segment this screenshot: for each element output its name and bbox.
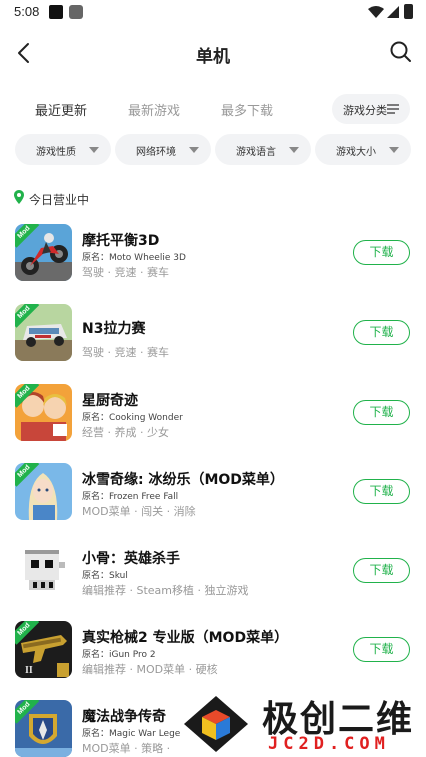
game-title: N3拉力赛 [82, 321, 146, 337]
location-pin-icon [14, 190, 24, 204]
svg-text:II: II [25, 665, 33, 676]
game-icon: Mod [15, 384, 72, 441]
game-title: 冰雪奇缘: 冰纷乐（MOD菜单） [82, 472, 284, 488]
cube-logo-icon [184, 696, 248, 752]
game-title: 星厨奇迹 [82, 393, 138, 409]
game-tags: MOD菜单 · 闯关 · 消除 [82, 505, 196, 518]
game-tags: 编辑推荐 · MOD菜单 · 硬核 [82, 663, 218, 676]
tab-recent-update[interactable]: 最近更新 [35, 100, 88, 119]
sort-tabs: 最近更新 最新游戏 最多下载 游戏分类 [0, 92, 426, 126]
game-title: 真实枪械2 专业版（MOD菜单） [82, 630, 289, 646]
app-header: 单机 [0, 26, 426, 80]
filter-bar: 游戏性质 网络环境 游戏语言 游戏大小 [0, 134, 426, 166]
game-icon: Mod [15, 700, 72, 757]
signal-icon [387, 6, 399, 18]
list-item[interactable]: Mod N3拉力赛 驾驶 · 竞速 · 赛车 下载 [0, 304, 426, 364]
download-button[interactable]: 下载 [353, 400, 410, 425]
game-icon: Mod [15, 463, 72, 520]
game-icon: Mod [15, 304, 72, 361]
section-label: 今日营业中 [29, 193, 90, 207]
wifi-icon [368, 6, 384, 18]
category-label: 游戏分类 [343, 104, 387, 117]
filter-label: 游戏性质 [36, 147, 76, 158]
download-button[interactable]: 下载 [353, 240, 410, 265]
menu-icon [387, 104, 399, 114]
filter-network[interactable]: 网络环境 [115, 134, 211, 165]
game-tags: 驾驶 · 竞速 · 赛车 [82, 346, 169, 359]
game-icon: Mod [15, 224, 72, 281]
tab-newest-games[interactable]: 最新游戏 [128, 100, 180, 119]
battery-icon [404, 4, 413, 19]
watermark: 极创二维 JC2D.COM [176, 690, 426, 757]
game-original-name: 原名：Magic War Lege [82, 729, 181, 739]
game-title: 小骨：英雄杀手 [82, 551, 180, 567]
game-original-name: 原名：Skul [82, 571, 128, 581]
filter-language[interactable]: 游戏语言 [215, 134, 311, 165]
game-original-name: 原名：iGun Pro 2 [82, 650, 156, 660]
tab-label: 最新游戏 [128, 104, 181, 119]
game-category-button[interactable]: 游戏分类 [332, 94, 410, 124]
game-original-name: 原名：Cooking Wonder [82, 413, 183, 423]
list-item[interactable]: Mod 摩托平衡3D 原名：Moto Wheelie 3D 驾驶 · 竞速 · … [0, 224, 426, 284]
game-tags: 编辑推荐 · Steam移植 · 独立游戏 [82, 584, 249, 597]
filter-size[interactable]: 游戏大小 [315, 134, 411, 165]
download-button[interactable]: 下载 [353, 320, 410, 345]
list-item[interactable]: Mod 星厨奇迹 原名：Cooking Wonder 经营 · 养成 · 少女 … [0, 384, 426, 444]
caret-down-icon [189, 147, 199, 153]
download-button[interactable]: 下载 [353, 558, 410, 583]
tab-most-downloaded[interactable]: 最多下载 [221, 100, 273, 119]
caret-down-icon [389, 147, 399, 153]
list-item[interactable]: II Mod 真实枪械2 专业版（MOD菜单） 原名：iGun Pro 2 编辑… [0, 621, 426, 681]
download-button[interactable]: 下载 [353, 637, 410, 662]
caret-down-icon [289, 147, 299, 153]
status-bar: 5:08 [0, 0, 426, 26]
game-tags: 经营 · 养成 · 少女 [82, 426, 169, 439]
filter-label: 游戏语言 [236, 147, 276, 158]
list-item[interactable]: 小骨：英雄杀手 原名：Skul 编辑推荐 · Steam移植 · 独立游戏 下载 [0, 542, 426, 602]
caret-down-icon [89, 147, 99, 153]
download-button[interactable]: 下载 [353, 479, 410, 504]
game-original-name: 原名：Frozen Free Fall [82, 492, 179, 502]
game-tags: 驾驶 · 竞速 · 赛车 [82, 266, 169, 279]
filter-label: 游戏大小 [336, 147, 376, 158]
game-icon [15, 542, 72, 599]
search-icon[interactable] [388, 39, 414, 65]
status-time: 5:08 [14, 4, 40, 19]
game-original-name: 原名：Moto Wheelie 3D [82, 253, 186, 263]
game-icon: II Mod [15, 621, 72, 678]
filter-label: 网络环境 [136, 147, 176, 158]
tab-label: 最多下载 [221, 104, 274, 119]
list-item[interactable]: Mod 冰雪奇缘: 冰纷乐（MOD菜单） 原名：Frozen Free Fall… [0, 463, 426, 523]
notification-icon-2 [69, 5, 83, 19]
page-title: 单机 [196, 47, 230, 67]
game-title: 摩托平衡3D [82, 233, 160, 249]
filter-game-nature[interactable]: 游戏性质 [15, 134, 111, 165]
tab-label: 最近更新 [35, 104, 88, 119]
game-tags: MOD菜单 · 策略 · [82, 742, 171, 755]
notification-icon [49, 5, 63, 19]
game-title: 魔法战争传奇 [82, 709, 166, 725]
watermark-en: JC2D.COM [268, 734, 390, 754]
